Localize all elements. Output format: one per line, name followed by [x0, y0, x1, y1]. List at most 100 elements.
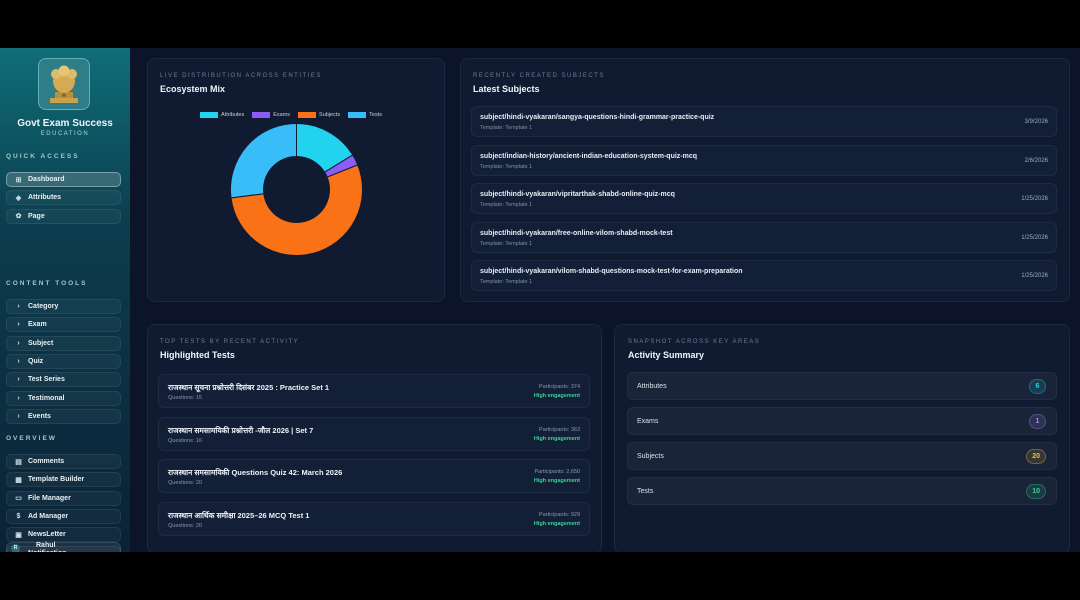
legend-swatch [348, 112, 367, 118]
legend-item[interactable]: Attributes [200, 112, 244, 118]
settings-icon: ✿ [15, 213, 22, 221]
sidebar-item-label: Subject [28, 339, 54, 347]
test-participants: Participants: 363 [539, 426, 580, 433]
test-name[interactable]: राजस्थान समसामयिकी प्रश्नोत्तरी -जौल 202… [168, 426, 313, 436]
sidebar-item-testimonal[interactable]: › Testimonal [6, 390, 121, 406]
activity-title: Activity Summary [628, 350, 705, 360]
activity-row-attributes[interactable]: Attributes 6 [627, 372, 1057, 400]
document-icon: ▤ [15, 458, 22, 466]
ecosystem-eyebrow: LIVE DISTRIBUTION ACROSS ENTITIES [160, 73, 322, 79]
tests-title: Highlighted Tests [160, 350, 235, 360]
subject-path[interactable]: subject/hindi-vyakaran/vilom-shabd-quest… [480, 268, 743, 275]
subject-template: Template: Template 1 [480, 279, 533, 285]
subject-path[interactable]: subject/hindi-vyakaran/vipritarthak-shab… [480, 191, 675, 198]
sidebar-item-attributes[interactable]: ◈ Attributes [6, 190, 121, 206]
activity-row-exams[interactable]: Exams 1 [627, 407, 1057, 435]
engagement-badge: High engagement [533, 435, 580, 442]
count-badge: 10 [1026, 484, 1046, 499]
test-participants: Participants: 374 [539, 384, 580, 390]
subject-row[interactable]: subject/indian-history/ancient-indian-ed… [471, 144, 1057, 176]
highlighted-tests-panel: TOP TESTS BY RECENT ACTIVITY Highlighted… [147, 324, 602, 552]
legend-label: Tests [369, 112, 382, 118]
subject-path[interactable]: subject/hindi-vyakaran/sangya-questions-… [480, 114, 714, 121]
legend-swatch [298, 112, 317, 118]
activity-label: Exams [637, 418, 659, 425]
test-question-count: Questions: 16 [168, 437, 202, 444]
sidebar-item-dashboard[interactable]: ⊞ Dashboard [6, 172, 121, 187]
subject-path[interactable]: subject/indian-history/ancient-indian-ed… [480, 153, 697, 160]
legend-label: Subjects [319, 112, 341, 118]
sidebar-item-label: Quiz [28, 357, 44, 365]
test-name[interactable]: राजस्थान समसामयिकी Questions Quiz 42: Ma… [168, 468, 342, 478]
subject-template: Template: Template 1 [480, 125, 533, 131]
folder-icon: ▭ [15, 495, 22, 503]
test-row[interactable]: राजस्थान समसामयिकी प्रश्नोत्तरी -जौल 202… [158, 416, 590, 451]
legend-item[interactable]: Tests [348, 112, 382, 118]
section-label: CONTENT TOOLS [6, 280, 88, 287]
sidebar-item-label: NewsLetter [28, 531, 66, 539]
chevron-right-icon: › [17, 376, 20, 384]
donut-slice-tests[interactable] [230, 123, 297, 199]
sidebar-item-ad-manager[interactable]: $ Ad Manager [6, 508, 121, 524]
subject-row[interactable]: subject/hindi-vyakaran/sangya-questions-… [471, 106, 1057, 137]
sidebar-item-test-series[interactable]: › Test Series [6, 372, 121, 388]
sidebar-item-file-manager[interactable]: ▭ File Manager [6, 490, 121, 506]
layers-icon: ◈ [15, 194, 22, 202]
section-label: QUICK ACCESS [6, 153, 80, 160]
sidebar-item-category[interactable]: › Category [6, 299, 121, 314]
activity-row-tests[interactable]: Tests 10 [627, 477, 1057, 505]
legend-label: Exams [273, 112, 291, 118]
chevron-right-icon: › [17, 412, 20, 420]
user-profile[interactable]: R Rahul [6, 542, 121, 552]
sidebar-item-label: Testimonal [28, 394, 65, 402]
subject-date: 2/6/2026 [1024, 157, 1048, 164]
sidebar-item-comments[interactable]: ▤ Comments [6, 454, 121, 469]
sidebar-item-events[interactable]: › Events [6, 408, 121, 424]
sidebar-item-subject[interactable]: › Subject [6, 335, 121, 351]
legend-item[interactable]: Exams [252, 112, 290, 118]
test-question-count: Questions: 15 [168, 395, 202, 401]
chevron-right-icon: › [17, 339, 20, 347]
test-name[interactable]: राजस्थान सूचना प्रश्नोत्तरी दिसंबर 2025 … [168, 383, 329, 393]
test-row[interactable]: राजस्थान सूचना प्रश्नोत्तरी दिसंबर 2025 … [158, 374, 590, 408]
subject-date: 1/25/2026 [1021, 196, 1048, 202]
emblem-logo [38, 58, 90, 110]
sidebar: Govt Exam Success EDUCATION QUICK ACCESS… [0, 48, 130, 552]
subject-row[interactable]: subject/hindi-vyakaran/free-online-vilom… [471, 221, 1057, 253]
subject-date: 3/9/2026 [1024, 119, 1048, 125]
sidebar-item-exam[interactable]: › Exam [6, 317, 121, 333]
section-label: OVERVIEW [6, 435, 57, 442]
dollar-icon: $ [16, 512, 21, 520]
sidebar-item-label: Test Series [28, 376, 65, 384]
activity-eyebrow: SNAPSHOT ACROSS KEY AREAS [628, 339, 761, 345]
test-name[interactable]: राजस्थान आर्थिक समीक्षा 2025–26 MCQ Test… [168, 511, 309, 521]
template-icon: ▦ [15, 476, 22, 484]
test-row[interactable]: राजस्थान समसामयिकी Questions Quiz 42: Ma… [158, 459, 590, 493]
brand-subtitle: EDUCATION [40, 131, 90, 137]
newspaper-icon: ▣ [15, 531, 22, 539]
sidebar-item-page[interactable]: ✿ Page [6, 208, 121, 224]
test-participants: Participants: 929 [539, 511, 580, 518]
activity-summary-panel: SNAPSHOT ACROSS KEY AREAS Activity Summa… [614, 324, 1070, 552]
engagement-badge: High engagement [533, 520, 580, 527]
legend-item[interactable]: Subjects [298, 112, 340, 118]
sidebar-item-newsletter[interactable]: ▣ NewsLetter [6, 527, 121, 543]
sidebar-item-label: Attributes [28, 194, 62, 202]
activity-row-subjects[interactable]: Subjects 20 [627, 442, 1057, 470]
sidebar-item-quiz[interactable]: › Quiz [6, 353, 121, 369]
sidebar-item-label: Ad Manager [28, 512, 69, 520]
sidebar-item-label: Events [28, 412, 51, 420]
activity-label: Subjects [637, 453, 664, 460]
test-question-count: Questions: 20 [168, 522, 202, 529]
count-badge: 20 [1026, 449, 1046, 464]
sidebar-item-label: Page [28, 212, 45, 220]
sidebar-item-template-builder[interactable]: ▦ Template Builder [6, 472, 121, 488]
user-name: Rahul [36, 541, 56, 549]
subjects-eyebrow: RECENTLY CREATED SUBJECTS [473, 73, 605, 79]
legend-label: Attributes [221, 112, 245, 118]
subject-row[interactable]: subject/hindi-vyakaran/vilom-shabd-quest… [471, 260, 1057, 291]
subject-row[interactable]: subject/hindi-vyakaran/vipritarthak-shab… [471, 183, 1057, 214]
subject-path[interactable]: subject/hindi-vyakaran/free-online-vilom… [480, 230, 673, 237]
activity-label: Attributes [637, 383, 667, 390]
test-row[interactable]: राजस्थान आर्थिक समीक्षा 2025–26 MCQ Test… [158, 501, 590, 536]
